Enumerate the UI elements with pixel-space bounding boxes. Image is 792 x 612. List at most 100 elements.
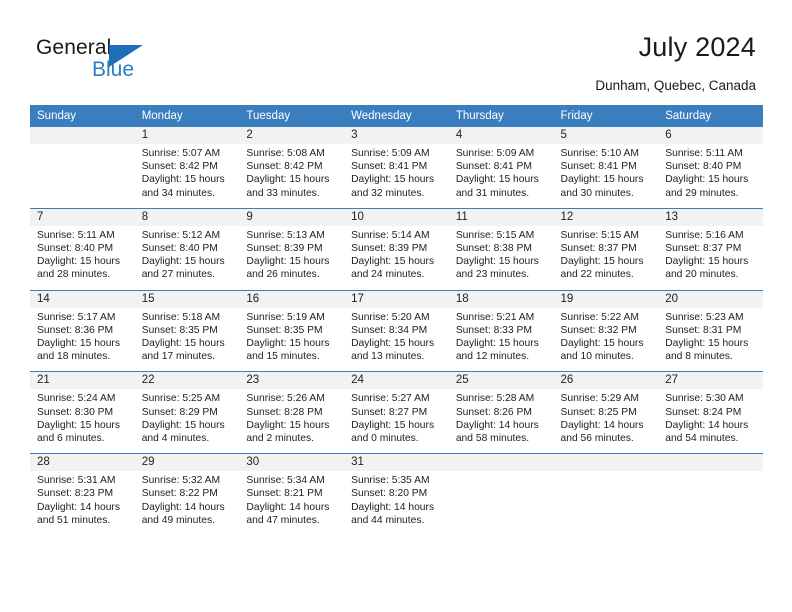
calendar-day-cell[interactable]: 1 Sunrise: 5:07 AM Sunset: 8:42 PM Daylight… — [134, 127, 240, 209]
sunrise-text: Sunrise: 5:07 AM — [141, 148, 221, 159]
day-number: 27 — [658, 372, 763, 390]
day-details: Sunrise: 5:28 AM Sunset: 8:26 PM Daylight:… — [449, 389, 554, 453]
calendar-day-cell[interactable]: 31 Sunrise: 5:35 AM Sunset: 8:20 PM Dayligh… — [344, 453, 449, 536]
daylight-text-line2: and 34 minutes. — [141, 187, 215, 199]
sunset-text: Sunset: 8:21 PM — [246, 488, 323, 500]
day-details: Sunrise: 5:18 AM Sunset: 8:35 PM Daylight:… — [135, 308, 240, 372]
sunrise-text: Sunrise: 5:21 AM — [455, 311, 535, 323]
sunrise-text: Sunrise: 5:12 AM — [141, 229, 221, 241]
sunrise-text: Sunrise: 5:09 AM — [351, 148, 430, 159]
calendar-day-cell[interactable]: 5 Sunrise: 5:10 AM Sunset: 8:41 PM Daylight… — [553, 127, 659, 209]
calendar-day-cell[interactable]: 14 Sunrise: 5:17 AM Sunset: 8:36 PM Dayligh… — [30, 289, 135, 372]
calendar-day-content: 5 Sunrise: 5:10 AM Sunset: 8:41 PM Daylight… — [553, 127, 659, 208]
calendar-day-cell[interactable]: 24 Sunrise: 5:27 AM Sunset: 8:27 PM Dayligh… — [344, 371, 449, 454]
day-details: Sunrise: 5:23 AM Sunset: 8:31 PM Daylight:… — [658, 308, 763, 372]
calendar-day-content: 14 Sunrise: 5:17 AM Sunset: 8:36 PM Dayligh… — [30, 290, 135, 372]
calendar-day-cell[interactable]: 2 Sunrise: 5:08 AM Sunset: 8:42 PM Daylight… — [239, 127, 345, 209]
calendar-day-cell[interactable]: 19 Sunrise: 5:22 AM Sunset: 8:32 PM Dayligh… — [553, 289, 659, 372]
calendar-day-cell[interactable]: 17 Sunrise: 5:20 AM Sunset: 8:34 PM Dayligh… — [344, 289, 449, 372]
calendar-day-cell[interactable]: 21 Sunrise: 5:24 AM Sunset: 8:30 PM Dayligh… — [30, 371, 135, 454]
calendar-day-cell[interactable]: 28 Sunrise: 5:31 AM Sunset: 8:23 PM Dayligh… — [30, 453, 135, 536]
calendar-day-content: 19 Sunrise: 5:22 AM Sunset: 8:32 PM Dayligh… — [553, 290, 659, 372]
calendar-day-cell[interactable]: 27 Sunrise: 5:30 AM Sunset: 8:24 PM Dayligh… — [658, 371, 763, 454]
calendar-day-cell[interactable]: 4 Sunrise: 5:09 AM Sunset: 8:41 PM Daylight… — [448, 127, 554, 209]
day-number: 29 — [134, 454, 240, 472]
calendar-day-content — [553, 454, 659, 525]
sunrise-text: Sunrise: 5:27 AM — [351, 393, 430, 405]
day-details: Sunrise: 5:07 AM Sunset: 8:42 PM Daylight:… — [135, 144, 240, 208]
sunrise-text: Sunrise: 5:14 AM — [351, 229, 430, 241]
general-blue-logo: General Blue — [36, 36, 196, 84]
sunset-text: Sunset: 8:22 PM — [141, 488, 218, 500]
daylight-text-line1: Daylight: 15 hours — [560, 338, 644, 350]
sunrise-text: Sunrise: 5:10 AM — [560, 148, 639, 159]
calendar-day-cell[interactable]: 30 Sunrise: 5:34 AM Sunset: 8:21 PM Dayligh… — [239, 453, 345, 536]
day-details: Sunrise: 5:29 AM Sunset: 8:25 PM Daylight:… — [554, 389, 659, 453]
daylight-text-line1: Daylight: 15 hours — [351, 174, 435, 186]
calendar-day-cell[interactable]: 20 Sunrise: 5:23 AM Sunset: 8:31 PM Dayligh… — [658, 289, 763, 372]
day-number: 15 — [134, 290, 240, 308]
day-number: 1 — [134, 127, 240, 144]
calendar-day-cell[interactable]: 8 Sunrise: 5:12 AM Sunset: 8:40 PM Daylight… — [134, 207, 240, 291]
calendar-day-cell[interactable]: 6 Sunrise: 5:11 AM Sunset: 8:40 PM Daylight… — [658, 127, 763, 209]
day-details: Sunrise: 5:11 AM Sunset: 8:40 PM Daylight:… — [658, 144, 763, 208]
calendar-day-cell-empty — [658, 453, 763, 536]
calendar-day-content: 8 Sunrise: 5:12 AM Sunset: 8:40 PM Daylight… — [134, 208, 240, 290]
calendar-day-cell[interactable]: 22 Sunrise: 5:25 AM Sunset: 8:29 PM Dayligh… — [134, 371, 240, 454]
calendar-day-cell[interactable]: 29 Sunrise: 5:32 AM Sunset: 8:22 PM Dayligh… — [134, 453, 240, 536]
calendar-day-content: 23 Sunrise: 5:26 AM Sunset: 8:28 PM Dayligh… — [239, 372, 345, 453]
sunset-text: Sunset: 8:23 PM — [37, 488, 114, 500]
calendar-day-cell[interactable]: 13 Sunrise: 5:16 AM Sunset: 8:37 PM Dayligh… — [658, 207, 763, 291]
daylight-text-line1: Daylight: 15 hours — [351, 419, 435, 431]
day-details: Sunrise: 5:13 AM Sunset: 8:39 PM Daylight:… — [239, 226, 344, 290]
sunset-text: Sunset: 8:36 PM — [37, 324, 114, 336]
day-details: Sunrise: 5:16 AM Sunset: 8:37 PM Daylight:… — [658, 226, 763, 290]
daylight-text-line2: and 2 minutes. — [246, 433, 314, 445]
calendar-day-content: 11 Sunrise: 5:15 AM Sunset: 8:38 PM Dayligh… — [448, 208, 554, 290]
day-details: Sunrise: 5:19 AM Sunset: 8:35 PM Daylight:… — [239, 308, 344, 372]
calendar-day-cell[interactable]: 3 Sunrise: 5:09 AM Sunset: 8:41 PM Daylight… — [344, 127, 449, 209]
daylight-text-line2: and 6 minutes. — [37, 433, 105, 445]
daylight-text-line2: and 8 minutes. — [665, 351, 733, 363]
calendar-day-cell[interactable]: 18 Sunrise: 5:21 AM Sunset: 8:33 PM Dayligh… — [448, 289, 554, 372]
sunrise-text: Sunrise: 5:16 AM — [665, 229, 744, 241]
page-header: General Blue July 2024 Dunham, Quebec, C… — [0, 0, 792, 100]
calendar-day-cell[interactable]: 11 Sunrise: 5:15 AM Sunset: 8:38 PM Dayligh… — [448, 207, 554, 291]
calendar-day-cell[interactable]: 9 Sunrise: 5:13 AM Sunset: 8:39 PM Daylight… — [239, 207, 345, 291]
day-details: Sunrise: 5:25 AM Sunset: 8:29 PM Daylight:… — [135, 389, 240, 453]
daylight-text-line1: Daylight: 15 hours — [455, 256, 539, 268]
daylight-text-line1: Daylight: 15 hours — [246, 338, 330, 350]
calendar-day-cell[interactable]: 25 Sunrise: 5:28 AM Sunset: 8:26 PM Dayligh… — [448, 371, 554, 454]
weekday-header-monday: Monday — [134, 105, 240, 127]
calendar-week-row: 7 Sunrise: 5:11 AM Sunset: 8:40 PM Daylight… — [30, 207, 763, 291]
calendar-week-row: 1 Sunrise: 5:07 AM Sunset: 8:42 PM Daylight… — [30, 127, 763, 209]
calendar-day-cell[interactable]: 23 Sunrise: 5:26 AM Sunset: 8:28 PM Dayligh… — [239, 371, 345, 454]
daylight-text-line1: Daylight: 15 hours — [246, 256, 330, 268]
sunrise-text: Sunrise: 5:26 AM — [246, 393, 325, 405]
calendar-day-cell[interactable]: 15 Sunrise: 5:18 AM Sunset: 8:35 PM Dayligh… — [134, 289, 240, 372]
sunset-text: Sunset: 8:32 PM — [560, 324, 637, 336]
sunset-text: Sunset: 8:26 PM — [455, 406, 532, 418]
day-number: 19 — [553, 290, 659, 308]
sunset-text: Sunset: 8:40 PM — [37, 243, 114, 255]
calendar-day-cell[interactable]: 26 Sunrise: 5:29 AM Sunset: 8:25 PM Dayligh… — [553, 371, 659, 454]
day-details: Sunrise: 5:15 AM Sunset: 8:37 PM Daylight:… — [554, 226, 659, 290]
sunrise-text: Sunrise: 5:22 AM — [560, 311, 639, 323]
daylight-text-line1: Daylight: 15 hours — [141, 256, 225, 268]
day-number: 4 — [448, 127, 554, 144]
calendar-day-cell[interactable]: 7 Sunrise: 5:11 AM Sunset: 8:40 PM Daylight… — [30, 207, 135, 291]
sunrise-text: Sunrise: 5:09 AM — [455, 148, 535, 159]
daylight-text-line2: and 0 minutes. — [351, 433, 419, 445]
calendar-day-cell[interactable]: 16 Sunrise: 5:19 AM Sunset: 8:35 PM Dayligh… — [239, 289, 345, 372]
sunrise-text: Sunrise: 5:08 AM — [246, 148, 325, 159]
calendar-day-cell[interactable]: 10 Sunrise: 5:14 AM Sunset: 8:39 PM Dayligh… — [344, 207, 449, 291]
sunset-text: Sunset: 8:35 PM — [141, 324, 218, 336]
daylight-text-line2: and 54 minutes. — [665, 433, 739, 445]
daylight-text-line1: Daylight: 14 hours — [37, 501, 120, 513]
daylight-text-line1: Daylight: 14 hours — [455, 419, 539, 431]
day-details: Sunrise: 5:17 AM Sunset: 8:36 PM Daylight:… — [30, 308, 135, 372]
sunrise-text: Sunrise: 5:18 AM — [141, 311, 221, 323]
day-details: Sunrise: 5:14 AM Sunset: 8:39 PM Daylight:… — [344, 226, 449, 290]
calendar-day-content: 13 Sunrise: 5:16 AM Sunset: 8:37 PM Dayligh… — [658, 208, 763, 290]
calendar-day-cell[interactable]: 12 Sunrise: 5:15 AM Sunset: 8:37 PM Dayligh… — [553, 207, 659, 291]
